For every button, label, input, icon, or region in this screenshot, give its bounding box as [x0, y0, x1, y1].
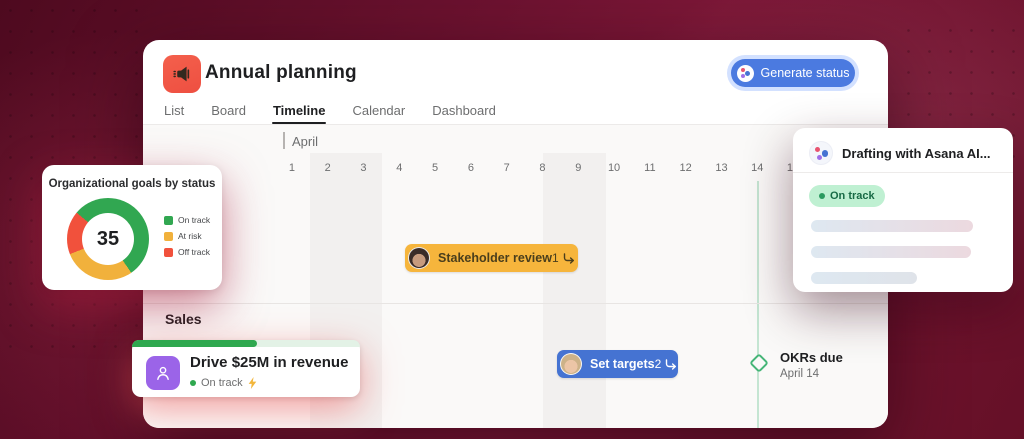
- ai-sparkle-icon: [809, 141, 833, 165]
- ai-drafting-header: Drafting with Asana AI...: [809, 141, 991, 165]
- legend-item-on-track: On track: [164, 215, 210, 225]
- generate-status-label: Generate status: [761, 66, 850, 80]
- assignee-avatar: [408, 247, 430, 269]
- ai-drafting-card: Drafting with Asana AI... On track: [793, 128, 1013, 292]
- date-cell: 8: [525, 162, 561, 174]
- ai-sparkle-icon: [737, 65, 754, 82]
- ai-drafting-title: Drafting with Asana AI...: [842, 146, 991, 161]
- goals-donut-chart: 35: [67, 198, 149, 280]
- generate-status-button[interactable]: Generate status: [731, 59, 855, 87]
- date-cell: 14: [739, 162, 775, 174]
- goal-status-text: On track: [201, 377, 243, 389]
- goal-progress-bar: [132, 340, 360, 347]
- section-label-sales: Sales: [165, 311, 202, 327]
- goal-status-row: On track: [190, 377, 257, 389]
- milestone-title: OKRs due: [780, 350, 843, 365]
- screenshot-stage: Annual planning Generate status List Boa…: [0, 0, 1024, 439]
- page-title: Annual planning: [205, 62, 357, 84]
- tab-board[interactable]: Board: [210, 96, 247, 124]
- date-cell: 6: [453, 162, 489, 174]
- donut-legend: On track At risk Off track: [164, 215, 210, 257]
- weekend-shading: [543, 153, 606, 428]
- milestone-date-line: [757, 181, 759, 428]
- date-cell: 2: [310, 162, 346, 174]
- card-divider: [793, 172, 1013, 173]
- task-label: Set targets: [590, 357, 655, 371]
- tab-timeline[interactable]: Timeline: [272, 96, 327, 124]
- goal-progress-fill: [132, 340, 257, 347]
- legend-swatch-red: [164, 248, 173, 257]
- month-start-tick: [283, 132, 285, 149]
- date-cell: 11: [632, 162, 668, 174]
- goal-title: Drive $25M in revenue: [190, 354, 348, 371]
- date-cell: 10: [596, 162, 632, 174]
- person-icon: [146, 356, 180, 390]
- date-cell: 4: [381, 162, 417, 174]
- legend-item-off-track: Off track: [164, 247, 210, 257]
- legend-swatch-green: [164, 216, 173, 225]
- on-track-status-pill: On track: [809, 185, 885, 207]
- tab-calendar[interactable]: Calendar: [351, 96, 406, 124]
- subtask-count: 1: [552, 251, 585, 265]
- section-divider: [143, 303, 888, 304]
- milestone-date: April 14: [780, 368, 819, 380]
- subtask-count: 2: [655, 357, 688, 371]
- legend-swatch-yellow: [164, 232, 173, 241]
- task-label: Stakeholder review: [438, 251, 552, 265]
- ai-text-skeleton-line: [811, 220, 973, 232]
- date-cell: 13: [704, 162, 740, 174]
- date-cell: 3: [346, 162, 382, 174]
- megaphone-icon: [163, 55, 201, 93]
- lightning-bolt-icon: [248, 377, 257, 389]
- goal-card-drive-revenue[interactable]: Drive $25M in revenue On track: [132, 340, 360, 397]
- ai-text-skeleton-line: [811, 272, 917, 284]
- status-dot-icon: [190, 380, 196, 386]
- task-bar-set-targets[interactable]: Set targets 2: [557, 350, 678, 378]
- date-header-row: 1 2 3 4 5 6 7 8 9 10 11 12 13 14 15: [274, 162, 811, 174]
- date-cell: 7: [489, 162, 525, 174]
- subtask-icon: [563, 253, 576, 264]
- legend-item-at-risk: At risk: [164, 231, 210, 241]
- status-dot-icon: [819, 193, 825, 199]
- task-bar-stakeholder-review[interactable]: Stakeholder review 1: [405, 244, 578, 272]
- ai-text-skeleton-line: [811, 246, 971, 258]
- assignee-avatar: [560, 353, 582, 375]
- goals-status-card: Organizational goals by status 35 On tra…: [42, 165, 222, 290]
- view-tabs: List Board Timeline Calendar Dashboard: [163, 96, 497, 124]
- tab-list[interactable]: List: [163, 96, 185, 124]
- date-cell: 5: [417, 162, 453, 174]
- donut-total: 35: [82, 213, 134, 265]
- goals-card-title: Organizational goals by status: [42, 178, 222, 190]
- date-cell: 1: [274, 162, 310, 174]
- date-cell: 9: [560, 162, 596, 174]
- tab-dashboard[interactable]: Dashboard: [431, 96, 497, 124]
- month-label: April: [292, 134, 318, 149]
- milestone-diamond-icon[interactable]: [749, 353, 769, 373]
- date-cell: 12: [668, 162, 704, 174]
- subtask-icon: [665, 359, 678, 370]
